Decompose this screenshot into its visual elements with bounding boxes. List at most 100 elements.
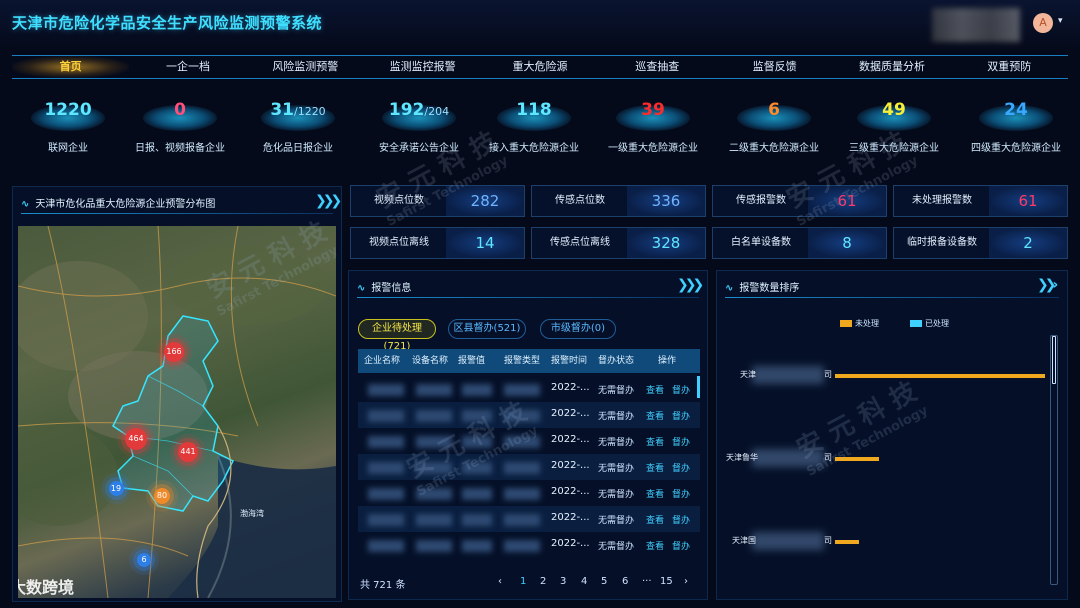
alarm-table-header: 企业名称 设备名称 报警值 报警类型 报警时间 督办状态 操作 bbox=[358, 349, 700, 373]
stat-card[interactable]: 1220 联网企业 bbox=[13, 95, 123, 165]
metric-card[interactable]: 视频点位离线 14 bbox=[350, 227, 525, 259]
view-link[interactable]: 查看 bbox=[646, 461, 664, 474]
tab-dual-prevention[interactable]: 双重预防 bbox=[951, 56, 1068, 78]
metric-card[interactable]: 临时报备设备数 2 bbox=[893, 227, 1068, 259]
stat-card[interactable]: 6 二级重大危险源企业 bbox=[719, 95, 829, 165]
table-row[interactable]: 2022-... 无需督办 查看 督办 bbox=[358, 376, 700, 402]
supervise-link[interactable]: 督办 bbox=[672, 513, 690, 526]
company-suffix: 司 bbox=[824, 453, 832, 462]
stat-value: 39 bbox=[641, 100, 665, 120]
filter-district-supervise[interactable]: 区县督办(521) bbox=[448, 319, 526, 339]
metric-card[interactable]: 传感点位数 336 bbox=[531, 185, 706, 217]
ranking-panel-title: ∿ 报警数量排序 bbox=[725, 283, 800, 294]
stat-card[interactable]: 31/1220 危化品日报企业 bbox=[243, 95, 353, 165]
filter-enterprise-pending[interactable]: 企业待处理(721) bbox=[358, 319, 436, 352]
stat-value: 31/1220 bbox=[270, 100, 326, 120]
prev-page-icon[interactable]: ‹ bbox=[498, 576, 502, 587]
page-number[interactable]: 2 bbox=[540, 576, 546, 587]
redacted-company bbox=[752, 449, 824, 467]
ranking-scroll-track[interactable] bbox=[1050, 335, 1058, 585]
chevron-right-icon: ❯❯❯ bbox=[315, 193, 342, 209]
company-prefix: 天津鲁华 bbox=[726, 453, 758, 462]
map-cluster-marker[interactable]: 80 bbox=[154, 488, 170, 504]
redacted-device bbox=[416, 462, 452, 474]
stat-card[interactable]: 192/204 安全承诺公告企业 bbox=[364, 95, 474, 165]
stat-card[interactable]: 0 日报、视频报备企业 bbox=[125, 95, 235, 165]
alarm-time: 2022-... bbox=[551, 486, 590, 497]
supervise-link[interactable]: 督办 bbox=[672, 461, 690, 474]
page-number[interactable]: 6 bbox=[622, 576, 628, 587]
pulse-icon: ∿ bbox=[21, 199, 30, 210]
redacted-device bbox=[416, 514, 452, 526]
page-number[interactable]: 5 bbox=[601, 576, 607, 587]
redacted-enterprise bbox=[368, 514, 404, 526]
stat-card[interactable]: 39 一级重大危险源企业 bbox=[598, 95, 708, 165]
tab-major-hazard[interactable]: 重大危险源 bbox=[481, 56, 598, 78]
tab-monitor-alarm[interactable]: 监测监控报警 bbox=[364, 56, 481, 78]
tab-data-quality[interactable]: 数据质量分析 bbox=[833, 56, 950, 78]
ranking-scroll-thumb[interactable] bbox=[1052, 336, 1056, 384]
table-scrollbar[interactable] bbox=[697, 376, 700, 398]
metric-value: 282 bbox=[446, 186, 524, 216]
map-cluster-marker[interactable]: 6 bbox=[137, 553, 151, 567]
view-link[interactable]: 查看 bbox=[646, 513, 664, 526]
table-row[interactable]: 2022-... 无需督办 查看 督办 bbox=[358, 428, 700, 454]
map-cluster-marker[interactable]: 441 bbox=[178, 442, 198, 462]
metric-card[interactable]: 传感报警数 61 bbox=[712, 185, 887, 217]
view-link[interactable]: 查看 bbox=[646, 409, 664, 422]
tab-risk-warning[interactable]: 风险监测预警 bbox=[247, 56, 364, 78]
page-number[interactable]: 4 bbox=[581, 576, 587, 587]
avatar[interactable]: A bbox=[1033, 13, 1053, 33]
tab-enterprise-file[interactable]: 一企一档 bbox=[129, 56, 246, 78]
supervise-link[interactable]: 督办 bbox=[672, 409, 690, 422]
metric-card[interactable]: 白名单设备数 8 bbox=[712, 227, 887, 259]
metric-value: 336 bbox=[627, 186, 705, 216]
map-cluster-marker[interactable]: 166 bbox=[164, 342, 184, 362]
col-supervise-status: 督办状态 bbox=[598, 356, 635, 366]
stat-card[interactable]: 118 接入重大危险源企业 bbox=[479, 95, 589, 165]
ranking-bar-unprocessed bbox=[835, 457, 879, 461]
supervise-link[interactable]: 督办 bbox=[672, 435, 690, 448]
stat-label: 三级重大危险源企业 bbox=[849, 143, 939, 154]
table-row[interactable]: 2022-... 无需督办 查看 督办 bbox=[358, 402, 700, 428]
supervise-link[interactable]: 督办 bbox=[672, 383, 690, 396]
chevron-right-icon: ❯❯› bbox=[1037, 277, 1058, 293]
alarm-time: 2022-... bbox=[551, 434, 590, 445]
redacted-company bbox=[752, 366, 824, 384]
page-number[interactable]: 15 bbox=[660, 576, 673, 587]
view-link[interactable]: 查看 bbox=[646, 487, 664, 500]
table-row[interactable]: 2022-... 无需督办 查看 督办 bbox=[358, 454, 700, 480]
table-row[interactable]: 2022-... 无需督办 查看 督办 bbox=[358, 480, 700, 506]
metric-card[interactable]: 视频点位数 282 bbox=[350, 185, 525, 217]
view-link[interactable]: 查看 bbox=[646, 383, 664, 396]
map-cluster-marker[interactable]: 19 bbox=[108, 480, 124, 496]
chevron-down-icon[interactable]: ▾ bbox=[1058, 16, 1063, 26]
panel-divider bbox=[21, 213, 333, 214]
map-overlay bbox=[18, 226, 336, 598]
legend-label-processed: 已处理 bbox=[925, 319, 949, 328]
view-link[interactable]: 查看 bbox=[646, 435, 664, 448]
map-cluster-marker[interactable]: 464 bbox=[125, 428, 147, 450]
view-link[interactable]: 查看 bbox=[646, 539, 664, 552]
panel-divider bbox=[357, 297, 699, 298]
next-page-icon[interactable]: › bbox=[684, 576, 688, 587]
filter-city-supervise[interactable]: 市级督办(0) bbox=[540, 319, 616, 339]
tab-home[interactable]: 首页 bbox=[12, 56, 130, 78]
page-number[interactable]: 3 bbox=[560, 576, 566, 587]
stat-card[interactable]: 49 三级重大危险源企业 bbox=[839, 95, 949, 165]
table-row[interactable]: 2022-... 无需督办 查看 督办 bbox=[358, 532, 700, 558]
metric-card[interactable]: 传感点位离线 328 bbox=[531, 227, 706, 259]
metric-card[interactable]: 未处理报警数 61 bbox=[893, 185, 1068, 217]
table-row[interactable]: 2022-... 无需督办 查看 督办 bbox=[358, 506, 700, 532]
satellite-map[interactable]: 166 464 441 19 80 6 渤海湾 大数跨境 bbox=[18, 226, 336, 598]
redacted-enterprise bbox=[368, 462, 404, 474]
supervise-link[interactable]: 督办 bbox=[672, 539, 690, 552]
supervise-link[interactable]: 督办 bbox=[672, 487, 690, 500]
supervise-status: 无需督办 bbox=[598, 438, 635, 448]
stat-card[interactable]: 24 四级重大危险源企业 bbox=[961, 95, 1071, 165]
tab-supervision[interactable]: 监督反馈 bbox=[716, 56, 833, 78]
redacted-value bbox=[462, 436, 492, 448]
page-number[interactable]: 1 bbox=[520, 576, 526, 587]
sea-label: 渤海湾 bbox=[240, 509, 264, 518]
tab-inspection[interactable]: 巡查抽查 bbox=[599, 56, 716, 78]
